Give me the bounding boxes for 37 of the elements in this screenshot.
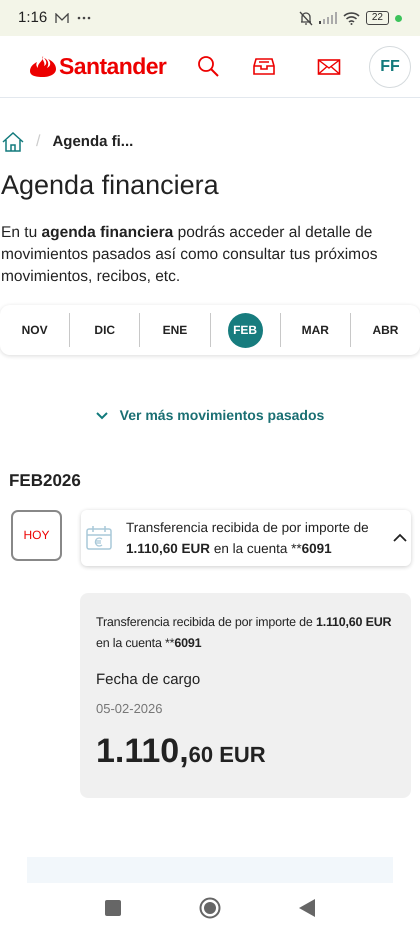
- description-text: En tu agenda financiera podrás acceder al detalle de movimientos pasados así como consultar tus próximos movimientos, recibos, etc.: [0, 223, 378, 287]
- status-time: 1:16: [18, 8, 48, 28]
- home-icon[interactable]: [2, 131, 24, 153]
- amount-text: 1.110,60 EUR: [96, 730, 267, 772]
- charge-date-label: Fecha de cargo: [96, 670, 202, 690]
- dot-icon: [395, 14, 402, 22]
- month-tab[interactable]: DIC: [90, 312, 120, 348]
- avatar[interactable]: FF: [369, 46, 411, 88]
- period-heading: FEB2026: [8, 470, 82, 492]
- wifi-icon: [342, 12, 360, 24]
- month-tab[interactable]: MAR: [298, 312, 333, 348]
- envelope-icon: [317, 56, 342, 76]
- brand-logo-text: Santander: [59, 52, 166, 82]
- home-button-icon[interactable]: [199, 897, 221, 919]
- mail-icon: [55, 12, 70, 24]
- movement-text: Transferencia recibida de por importe de 1.110,60 EUR en la cuenta **6091: [126, 518, 370, 558]
- month-tab[interactable]: NOV: [18, 312, 52, 348]
- month-tab[interactable]: ENE: [158, 312, 192, 348]
- detail-text: Transferencia recibida de por importe de 1.110,60 EUR en la cuenta **6091: [96, 614, 392, 652]
- movement-card[interactable]: Transferencia recibida de por importe de 1.110,60 EUR en la cuenta **6091: [81, 510, 411, 566]
- more-icon: [77, 16, 92, 20]
- calendar-euro-icon: [86, 524, 112, 550]
- month-tab[interactable]: ABR: [368, 312, 402, 348]
- chevron-down-icon: [96, 412, 108, 420]
- signal-icon: [318, 12, 337, 24]
- bell-muted-icon: [298, 10, 313, 26]
- search-icon: [197, 54, 222, 78]
- breadcrumb-separator: /: [36, 132, 40, 152]
- today-badge: HOY: [11, 510, 62, 560]
- charge-date: 05-02-2026: [96, 700, 164, 718]
- back-icon[interactable]: [299, 899, 315, 917]
- more-movements-link[interactable]: Ver más movimientos pasados: [96, 405, 324, 426]
- battery-indicator: 22: [366, 11, 389, 25]
- chevron-up-icon[interactable]: [393, 533, 407, 542]
- page-title: Agenda financiera: [0, 169, 220, 202]
- breadcrumb-current: Agenda fi...: [52, 132, 134, 152]
- month-tab[interactable]: FEB: [228, 312, 263, 348]
